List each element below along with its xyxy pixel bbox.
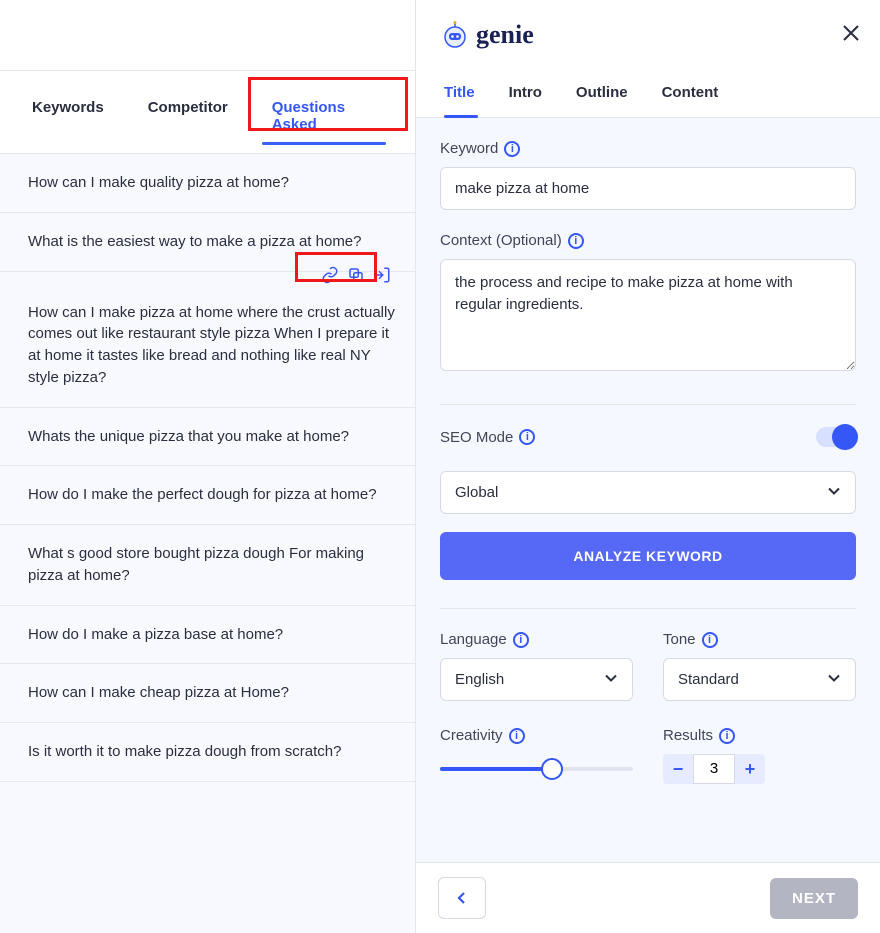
region-select[interactable]: Global [440, 471, 856, 514]
active-rtab-underline [444, 115, 478, 118]
language-label: Language i [440, 631, 633, 648]
question-item[interactable]: How can I make cheap pizza at Home? [0, 664, 415, 723]
question-item[interactable]: Whats the unique pizza that you make at … [0, 408, 415, 467]
language-tone-row: Language i English Tone i Standard [440, 631, 856, 701]
left-panel: Keywords Competitor Questions Asked How … [0, 0, 416, 933]
next-button[interactable]: NEXT [770, 878, 858, 919]
decrement-button[interactable]: − [663, 754, 693, 784]
label-text: Creativity [440, 727, 503, 744]
question-item[interactable]: Is it worth it to make pizza dough from … [0, 723, 415, 782]
logo: genie [440, 20, 534, 50]
context-label: Context (Optional) i [440, 232, 856, 249]
close-icon[interactable] [842, 24, 860, 47]
footer: NEXT [416, 862, 880, 933]
tab-competitor[interactable]: Competitor [140, 95, 236, 137]
label-text: Results [663, 727, 713, 744]
info-icon[interactable]: i [504, 141, 520, 157]
tab-keywords[interactable]: Keywords [24, 95, 112, 137]
results-value[interactable]: 3 [693, 754, 735, 784]
context-textarea[interactable] [440, 259, 856, 371]
right-panel: genie Title Intro Outline Content Keywor… [416, 0, 880, 933]
left-tabs: Keywords Competitor Questions Asked [0, 70, 415, 154]
questions-list[interactable]: How can I make quality pizza at home? Wh… [0, 154, 415, 933]
annotation-highlight-actions [295, 252, 377, 282]
label-text: Tone [663, 631, 696, 648]
region-select-wrap: Global [440, 471, 856, 514]
back-button[interactable] [438, 877, 486, 919]
info-icon[interactable]: i [719, 728, 735, 744]
tone-label: Tone i [663, 631, 856, 648]
info-icon[interactable]: i [513, 632, 529, 648]
robot-icon [440, 20, 470, 50]
tab-questions-asked[interactable]: Questions Asked [264, 95, 395, 137]
seo-label: SEO Mode i [440, 429, 535, 446]
results-label: Results i [663, 727, 856, 744]
label-text: Keyword [440, 140, 498, 157]
info-icon[interactable]: i [702, 632, 718, 648]
tab-title[interactable]: Title [444, 84, 475, 117]
generator-form: Keyword i Context (Optional) i SEO Mode … [416, 118, 880, 862]
info-icon[interactable]: i [568, 233, 584, 249]
increment-button[interactable]: + [735, 754, 765, 784]
question-text: How can I make pizza at home where the c… [28, 304, 395, 386]
chevron-left-icon [454, 890, 470, 906]
question-item[interactable]: How can I make quality pizza at home? [0, 154, 415, 213]
right-header: genie [416, 0, 880, 68]
seo-row: SEO Mode i [440, 427, 856, 447]
tab-outline[interactable]: Outline [576, 84, 628, 117]
right-tabs: Title Intro Outline Content [416, 68, 880, 118]
keyword-label: Keyword i [440, 140, 856, 157]
tone-select[interactable]: Standard [663, 658, 856, 701]
creativity-label: Creativity i [440, 727, 633, 744]
creativity-slider[interactable] [440, 754, 633, 784]
label-text: Context (Optional) [440, 232, 562, 249]
question-item[interactable]: What s good store bought pizza dough For… [0, 525, 415, 606]
keyword-input[interactable] [440, 167, 856, 210]
info-icon[interactable]: i [519, 429, 535, 445]
question-item[interactable]: How can I make pizza at home where the c… [0, 272, 415, 408]
question-item[interactable]: How do I make the perfect dough for pizz… [0, 466, 415, 525]
seo-toggle[interactable] [816, 427, 856, 447]
label-text: Language [440, 631, 507, 648]
active-tab-underline [262, 142, 386, 145]
question-item[interactable]: How do I make a pizza base at home? [0, 606, 415, 665]
info-icon[interactable]: i [509, 728, 525, 744]
analyze-keyword-button[interactable]: ANALYZE KEYWORD [440, 532, 856, 580]
divider [440, 404, 856, 405]
logo-text: genie [476, 20, 534, 50]
tab-content[interactable]: Content [662, 84, 719, 117]
question-item-actions [321, 266, 391, 291]
tab-intro[interactable]: Intro [509, 84, 542, 117]
creativity-results-row: Creativity i Results i − 3 + [440, 727, 856, 784]
results-stepper: − 3 + [663, 754, 856, 784]
language-select[interactable]: English [440, 658, 633, 701]
divider [440, 608, 856, 609]
label-text: SEO Mode [440, 429, 513, 446]
